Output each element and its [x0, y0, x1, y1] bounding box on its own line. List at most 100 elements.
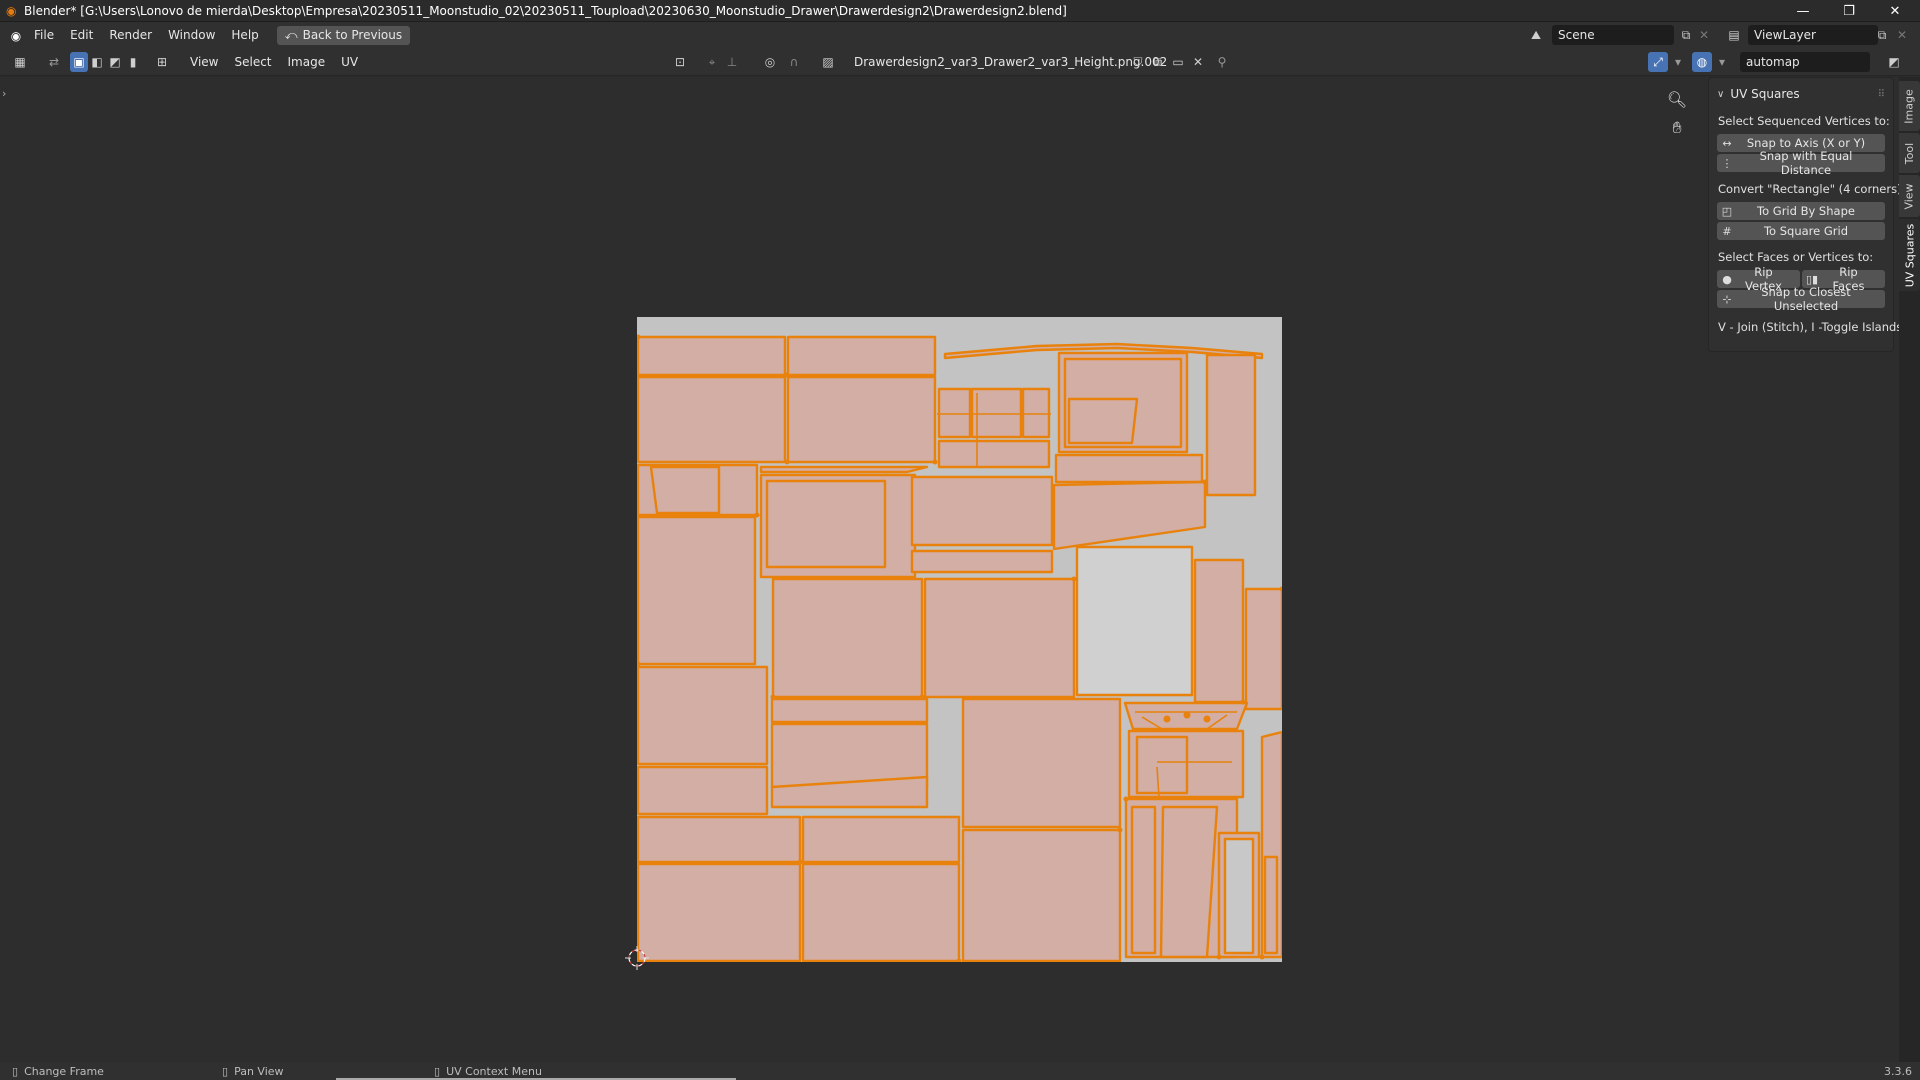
snap-to-axis-label: Snap to Axis (X or Y)	[1746, 136, 1866, 150]
uv-image-canvas[interactable]	[637, 317, 1282, 962]
new-image-icon[interactable]: ⧉	[1148, 52, 1168, 72]
unlink-image-icon[interactable]: ✕	[1188, 52, 1208, 72]
island-select-icon[interactable]: ▮	[124, 52, 142, 72]
uv-island	[1075, 545, 1194, 697]
uv-island	[970, 387, 1023, 439]
to-square-grid-button[interactable]: # To Square Grid	[1717, 222, 1885, 240]
minimize-button[interactable]: —	[1780, 0, 1826, 22]
new-scene-icon[interactable]: ⧉	[1676, 25, 1696, 45]
close-button[interactable]: ✕	[1872, 0, 1918, 22]
uv-island	[1130, 805, 1157, 955]
uv-island	[637, 515, 757, 666]
mouse-middle-icon: ▯	[222, 1064, 229, 1078]
top-menubar: ◉ File Edit Render Window Help ⤺ Back to…	[0, 22, 1920, 49]
shortcut-hint: V - Join (Stitch), I -Toggle Islands	[1718, 320, 1903, 334]
falloff-icon[interactable]: ∩	[784, 52, 804, 72]
fake-user-icon[interactable]: ⛉	[1128, 52, 1148, 72]
scene-field[interactable]: Scene	[1552, 25, 1674, 45]
overlay-icon[interactable]: ◍	[1692, 52, 1712, 72]
overlay-dropdown-icon[interactable]: ▾	[1712, 52, 1732, 72]
snap-closest-unselected-button[interactable]: ⊹ Snap to Closest Unselected	[1717, 285, 1885, 313]
status-bar: ▯ Change Frame ▯ Pan View ▯ UV Context M…	[0, 1062, 1920, 1080]
mouse-left-icon: ▯	[12, 1064, 19, 1078]
uv-island	[637, 765, 769, 816]
back-icon: ⤺	[284, 28, 298, 42]
tab-image[interactable]: Image	[1899, 81, 1920, 131]
back-to-previous-label: Back to Previous	[302, 28, 403, 42]
uv-island	[801, 815, 961, 864]
tab-tool-label: Tool	[1903, 142, 1916, 164]
uv-island	[937, 439, 1051, 469]
tab-uv-squares[interactable]: UV Squares	[1899, 219, 1920, 291]
pin-icon[interactable]: ⚲	[1212, 52, 1232, 72]
editor-type-icon[interactable]: ▦	[10, 52, 30, 72]
blender-logo-icon: ◉	[6, 3, 17, 18]
pan-hand-icon[interactable]: ✋︎	[1664, 115, 1690, 141]
version-label: 3.3.6	[1884, 1064, 1912, 1078]
blender-menu-icon[interactable]: ◉	[6, 26, 26, 46]
uv-island	[770, 697, 929, 724]
uv-island	[910, 549, 1054, 574]
display-channels-icon[interactable]: ◩	[1884, 52, 1904, 72]
edge-select-icon[interactable]: ◧	[88, 52, 106, 72]
panel-drag-icon[interactable]: ⠿	[1878, 89, 1885, 100]
uv-sync-icon[interactable]: ⇄	[44, 52, 64, 72]
menu-render[interactable]: Render	[101, 22, 160, 49]
new-view-layer-icon[interactable]: ⧉	[1872, 25, 1892, 45]
restore-button[interactable]: ❐	[1826, 0, 1872, 22]
sequenced-vertices-label: Select Sequenced Vertices to:	[1718, 114, 1890, 128]
uv-viewport[interactable]: › 🔍︎ ✋︎	[0, 77, 1920, 1062]
gizmo-icon[interactable]: ⤢	[1648, 52, 1668, 72]
uv-island	[637, 862, 802, 962]
uv-island	[961, 828, 1122, 962]
menu-window[interactable]: Window	[160, 22, 223, 49]
proportional-edit-icon[interactable]: ◎	[760, 52, 780, 72]
uv-editor-header: ▦ ⇄ ▣ ◧ ◩ ▮ ⊞ View Select Image UV ⊡ ⌖ ⊥…	[0, 49, 1920, 76]
tab-view[interactable]: View	[1899, 175, 1920, 217]
panel-header[interactable]: ∨ UV Squares ⠿	[1717, 84, 1885, 104]
menu-edit[interactable]: Edit	[62, 22, 101, 49]
menu-view[interactable]: View	[182, 49, 226, 76]
collapse-chevron-icon[interactable]: ∨	[1717, 89, 1724, 100]
uv-island	[1263, 855, 1279, 955]
sticky-select-icon[interactable]: ⊞	[152, 52, 172, 72]
image-browse-icon[interactable]: ▨	[818, 52, 838, 72]
context-menu-label: UV Context Menu	[446, 1064, 542, 1078]
status-change-frame: ▯ Change Frame	[12, 1065, 104, 1078]
tab-uv-squares-label: UV Squares	[1903, 223, 1916, 287]
snap-target-icon[interactable]: ⊥	[722, 52, 742, 72]
menu-file[interactable]: File	[26, 22, 62, 49]
open-image-icon[interactable]: ▭	[1168, 52, 1188, 72]
uv-map-field[interactable]: automap	[1740, 52, 1870, 72]
delete-scene-icon[interactable]: ✕	[1694, 25, 1714, 45]
tab-tool[interactable]: Tool	[1899, 133, 1920, 173]
uv-island	[801, 862, 961, 962]
back-to-previous-button[interactable]: ⤺ Back to Previous	[276, 26, 411, 45]
view-layer-icon[interactable]: ▤	[1724, 25, 1744, 45]
zoom-icon[interactable]: 🔍︎	[1664, 86, 1690, 112]
uv-island	[1052, 480, 1207, 551]
menu-select[interactable]: Select	[226, 49, 279, 76]
gizmo-dropdown-icon[interactable]: ▾	[1668, 52, 1688, 72]
toolbar-expand-icon[interactable]: ›	[2, 87, 6, 100]
face-select-icon[interactable]: ◩	[106, 52, 124, 72]
pivot-icon[interactable]: ⊡	[670, 52, 690, 72]
scene-selector-icon[interactable]: ⛰	[1526, 25, 1546, 45]
delete-view-layer-icon[interactable]: ✕	[1892, 25, 1912, 45]
uv-island	[1021, 387, 1051, 439]
2d-cursor-icon[interactable]	[622, 943, 652, 973]
to-grid-by-shape-button[interactable]: ◰ To Grid By Shape	[1717, 202, 1885, 220]
change-frame-label: Change Frame	[24, 1064, 104, 1078]
window-title: Blender* [G:\Users\Lonovo de mierda\Desk…	[24, 3, 1067, 18]
snap-icon[interactable]: ⌖	[702, 52, 722, 72]
view-layer-field[interactable]: ViewLayer	[1748, 25, 1878, 45]
vertex-select-icon[interactable]: ▣	[70, 52, 88, 72]
menu-image[interactable]: Image	[280, 49, 334, 76]
menu-uv[interactable]: UV	[333, 49, 366, 76]
snap-equal-distance-button[interactable]: ⋮ Snap with Equal Distance	[1717, 149, 1885, 177]
to-grid-by-shape-label: To Grid By Shape	[1757, 204, 1855, 218]
image-name-field[interactable]: Drawerdesign2_var3_Drawer2_var3_Height.p…	[848, 52, 1167, 72]
rectangle-label: Convert "Rectangle" (4 corners):	[1718, 182, 1906, 196]
grid-shape-icon: ◰	[1721, 204, 1733, 218]
menu-help[interactable]: Help	[223, 22, 266, 49]
